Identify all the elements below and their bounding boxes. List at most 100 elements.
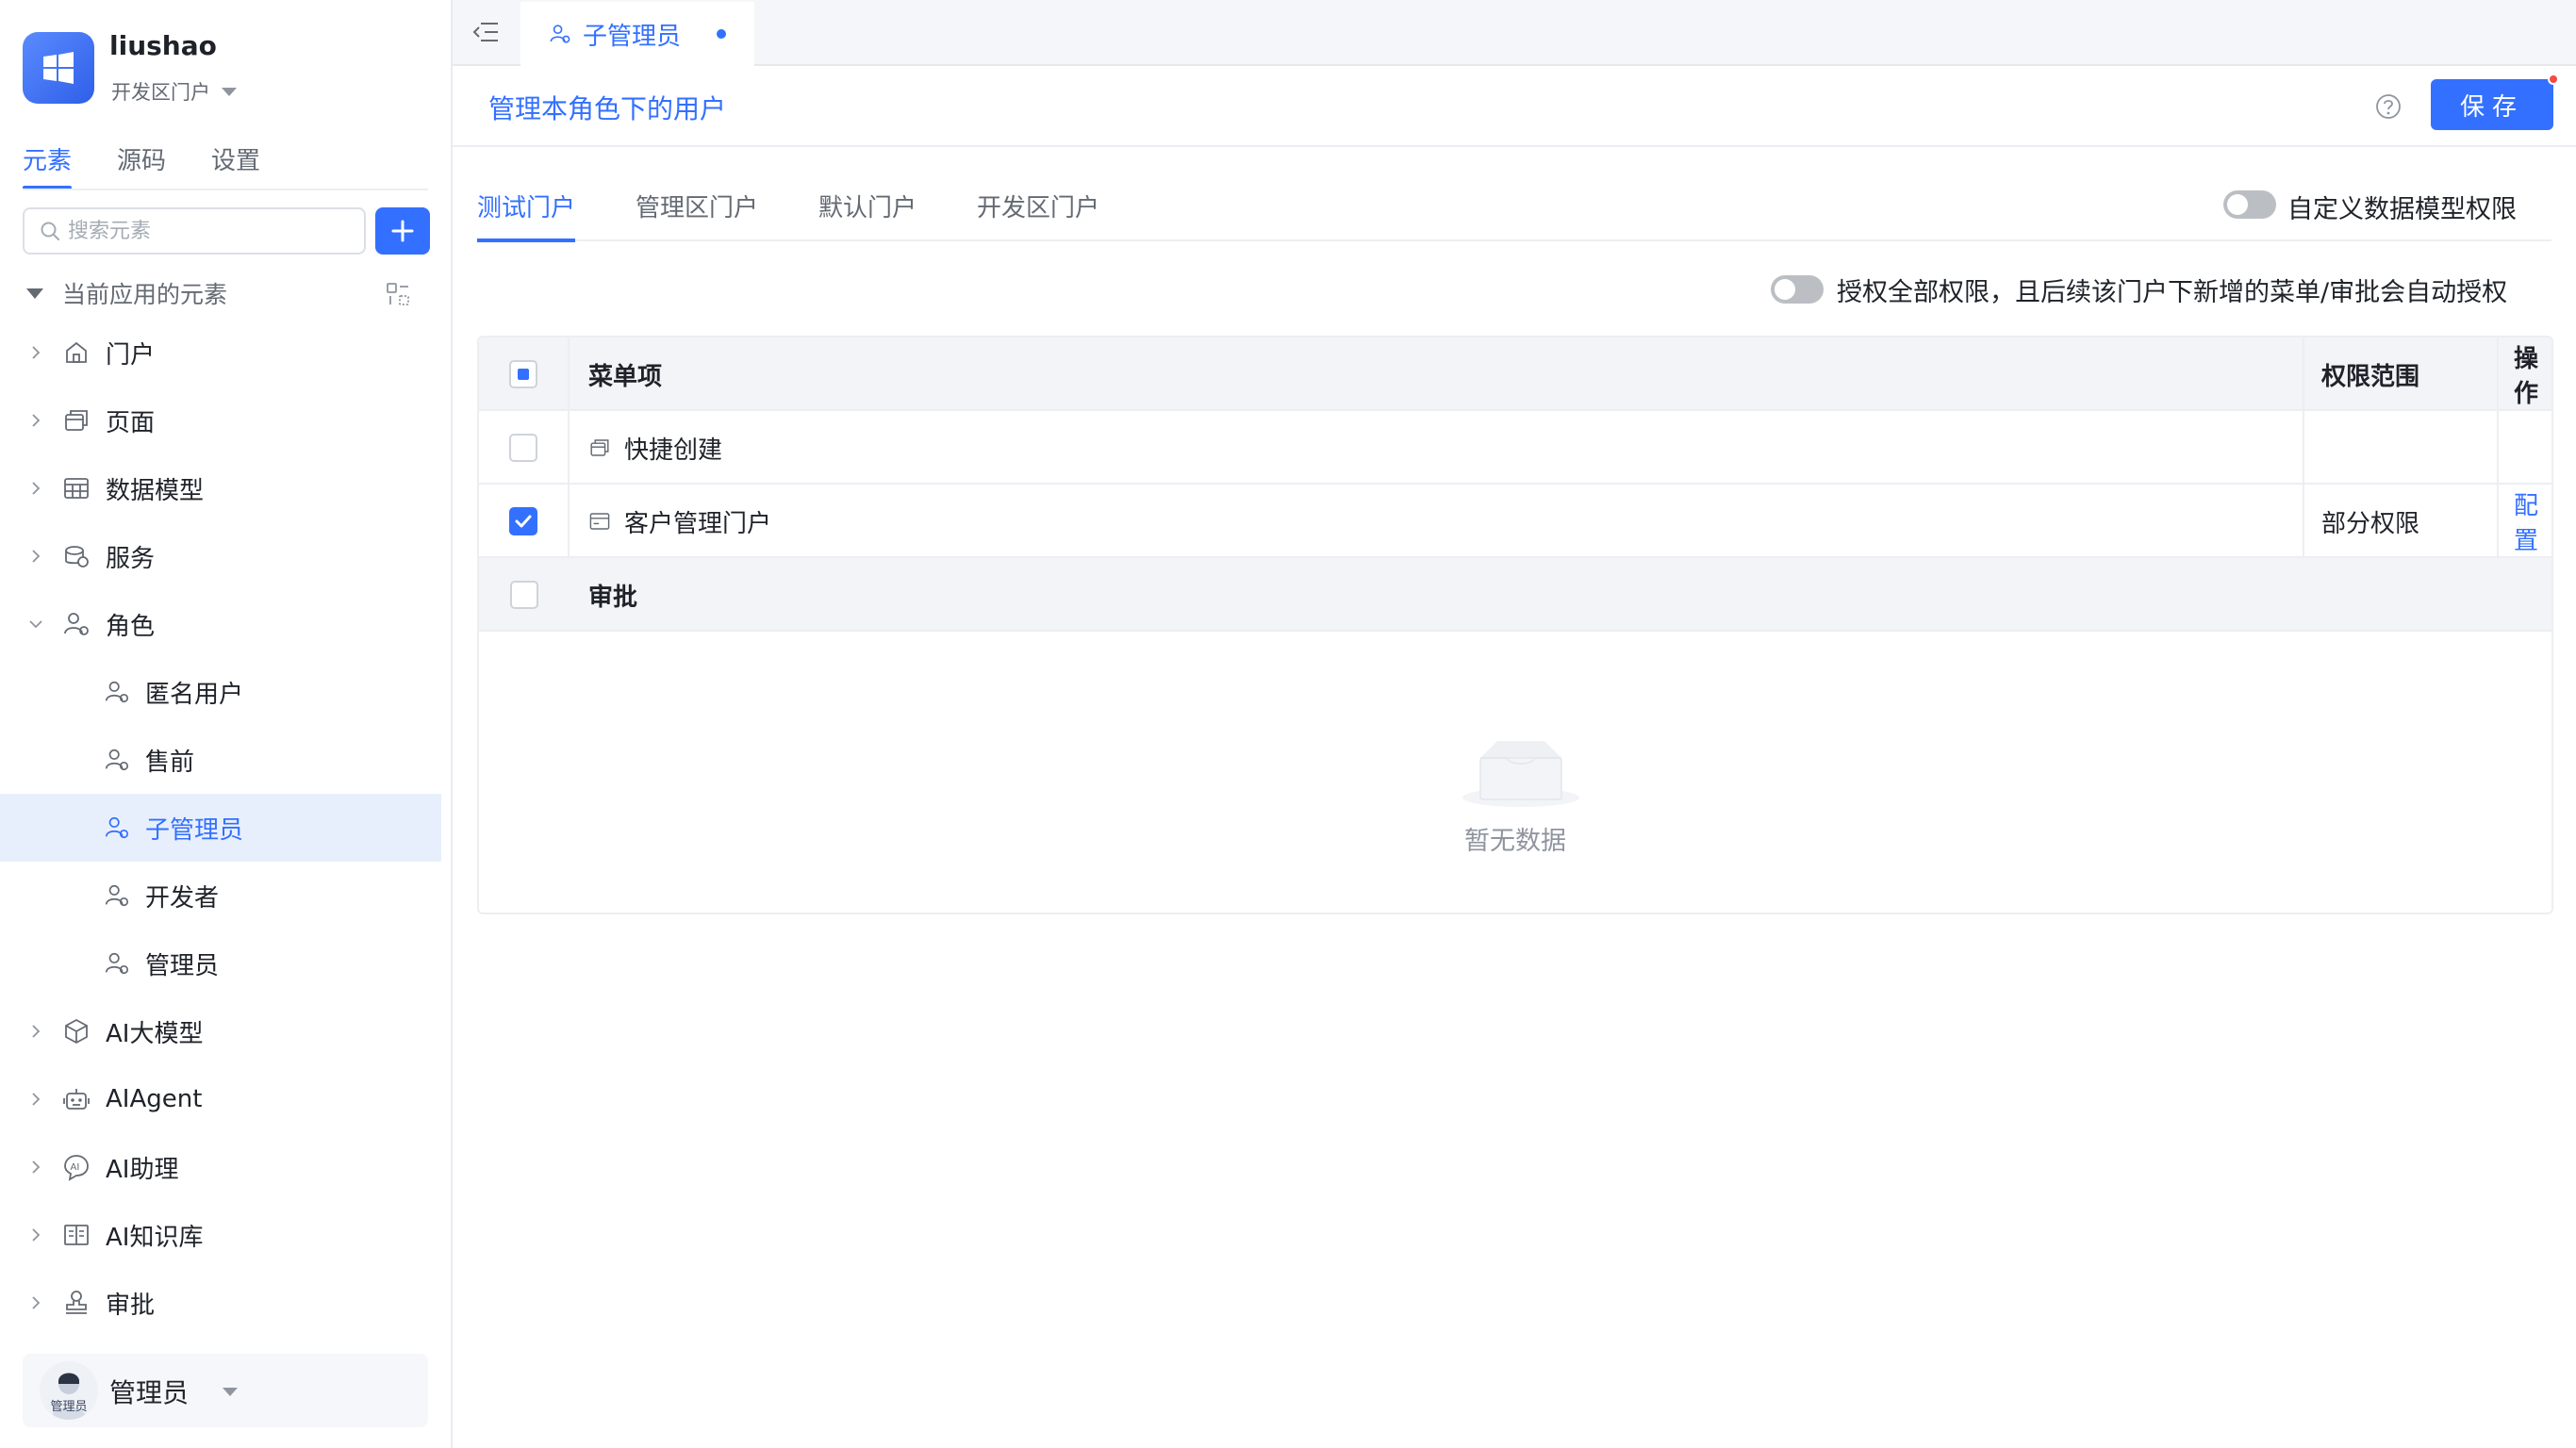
element-tree: 门户 页面 数据模型 服务 角色 匿名用户 售前 子管理员 开发者 管理员 AI… [0, 319, 441, 1337]
robot-icon [63, 1089, 90, 1110]
role-icon [105, 952, 129, 975]
stamp-icon [66, 1291, 87, 1314]
tree-item-label: 数据模型 [106, 476, 205, 505]
menu-cell: 快捷创建 [570, 411, 2304, 485]
sidebar-divider [23, 189, 428, 190]
role-icon [550, 25, 570, 43]
tab-dev-portal[interactable]: 开发区门户 [977, 189, 1099, 242]
tree-item-service[interactable]: 服务 [0, 522, 441, 590]
column-header-op: 操作 [2514, 345, 2539, 408]
chevron-right-icon[interactable] [28, 1227, 43, 1242]
header-check-cell [479, 337, 570, 411]
page-header: 管理本角色下的用户 保存 [453, 66, 2576, 147]
tree-item-label: 服务 [106, 544, 156, 573]
tree-item-ai-model[interactable]: AI大模型 [0, 997, 441, 1065]
tree-item-ai-agent[interactable]: AIAgent [0, 1065, 441, 1133]
user-menu[interactable]: 管理员 管理员 [23, 1354, 428, 1427]
editor-tab-bar: 子管理员 [453, 0, 2576, 66]
menu-cell: 客户管理门户 [570, 485, 2304, 558]
role-icon [105, 681, 129, 703]
editor-tab-sub-admin[interactable]: 子管理员 [520, 2, 755, 66]
tree-header-label: 当前应用的元素 [62, 281, 228, 308]
tree-item-approval[interactable]: 审批 [0, 1269, 441, 1337]
chevron-down-icon [222, 87, 237, 96]
chevron-right-icon[interactable] [28, 1092, 43, 1107]
portal-selector[interactable]: 开发区门户 [111, 77, 237, 106]
chevron-right-icon[interactable] [28, 1295, 43, 1310]
column-header-scope: 权限范围 [2304, 337, 2499, 411]
plus-icon [391, 220, 414, 242]
group-label: 审批 [588, 583, 638, 612]
save-button[interactable]: 保存 [2431, 79, 2553, 130]
home-icon [66, 341, 87, 363]
check-icon [515, 515, 532, 528]
chevron-down-icon [223, 1388, 238, 1396]
tab-source[interactable]: 源码 [117, 141, 166, 189]
search-box [23, 207, 366, 255]
empty-state: 暂无数据 [479, 705, 2551, 913]
custom-model-permission-switch[interactable] [2223, 190, 2276, 219]
tree-item-ai-assistant[interactable]: AI AI助理 [0, 1133, 441, 1201]
tab-admin-portal[interactable]: 管理区门户 [636, 189, 758, 242]
tree-item-portal[interactable]: 门户 [0, 319, 441, 387]
book-icon [64, 1225, 89, 1245]
tree-item-sub-admin[interactable]: 子管理员 [0, 794, 441, 862]
tab-settings[interactable]: 设置 [211, 141, 260, 189]
group-checkbox[interactable] [510, 581, 538, 609]
tree-item-label: 管理员 [145, 951, 220, 980]
chevron-right-icon[interactable] [28, 481, 43, 496]
tree-item-label: 门户 [106, 340, 156, 370]
grant-all-switch[interactable] [1771, 275, 1824, 304]
portal-icon [589, 513, 610, 530]
tree-item-ai-knowledge[interactable]: AI知识库 [0, 1201, 441, 1269]
configure-link[interactable]: 配置 [2499, 485, 2551, 558]
app-name: liushao [109, 30, 217, 61]
tree-item-data-model[interactable]: 数据模型 [0, 454, 441, 522]
tree-item-label: 售前 [145, 748, 195, 777]
tree-item-label: 角色 [106, 612, 156, 641]
editor-tab-label: 子管理员 [583, 22, 682, 51]
table-row: 客户管理门户 部分权限 配置 [479, 485, 2551, 558]
tree-item-anonymous-user[interactable]: 匿名用户 [0, 658, 441, 726]
tree-item-presales[interactable]: 售前 [0, 726, 441, 794]
tab-default-portal[interactable]: 默认门户 [818, 189, 916, 242]
svg-text:AI: AI [71, 1162, 80, 1173]
row-checkbox[interactable] [509, 434, 537, 462]
select-all-checkbox[interactable] [509, 360, 537, 388]
tree-item-label: AI知识库 [106, 1223, 204, 1252]
chevron-down-icon[interactable] [28, 617, 43, 632]
avatar-label: 管理员 [50, 1400, 88, 1414]
page-title[interactable]: 管理本角色下的用户 [488, 89, 726, 126]
chevron-right-icon[interactable] [28, 549, 43, 564]
tree-item-role[interactable]: 角色 [0, 590, 441, 658]
help-icon[interactable] [2374, 92, 2403, 121]
chevron-right-icon[interactable] [28, 1160, 43, 1175]
table-group-row: 审批 [479, 558, 2551, 632]
tree-item-label: 子管理员 [145, 815, 244, 845]
search-input[interactable] [68, 219, 332, 243]
collapse-all-icon[interactable] [385, 281, 411, 307]
tree-item-label: 开发者 [145, 883, 220, 913]
tree-item-label: 审批 [106, 1291, 156, 1320]
unsaved-badge [2548, 74, 2559, 85]
chevron-right-icon[interactable] [28, 1024, 43, 1039]
service-icon [65, 546, 89, 568]
search-icon [41, 222, 59, 240]
cube-icon [65, 1018, 88, 1045]
add-element-button[interactable] [375, 207, 430, 255]
chevron-right-icon[interactable] [28, 345, 43, 360]
tab-test-portal[interactable]: 测试门户 [477, 189, 576, 242]
tree-item-developer[interactable]: 开发者 [0, 862, 441, 930]
sidebar: liushao 开发区门户 元素 源码 设置 当前应用的元素 [0, 0, 453, 1448]
tree-item-admin[interactable]: 管理员 [0, 930, 441, 997]
tree-item-page[interactable]: 页面 [0, 387, 441, 454]
menu-label: 快捷创建 [624, 436, 723, 465]
menu-label: 客户管理门户 [624, 509, 772, 538]
tab-elements[interactable]: 元素 [23, 141, 73, 189]
collapse-sidebar-icon[interactable] [471, 19, 500, 45]
chevron-right-icon[interactable] [28, 413, 43, 428]
tree-header[interactable]: 当前应用的元素 [26, 273, 422, 313]
tree-item-label: 页面 [106, 408, 156, 437]
row-checkbox[interactable] [509, 507, 537, 535]
column-header-menu: 菜单项 [570, 337, 2304, 411]
